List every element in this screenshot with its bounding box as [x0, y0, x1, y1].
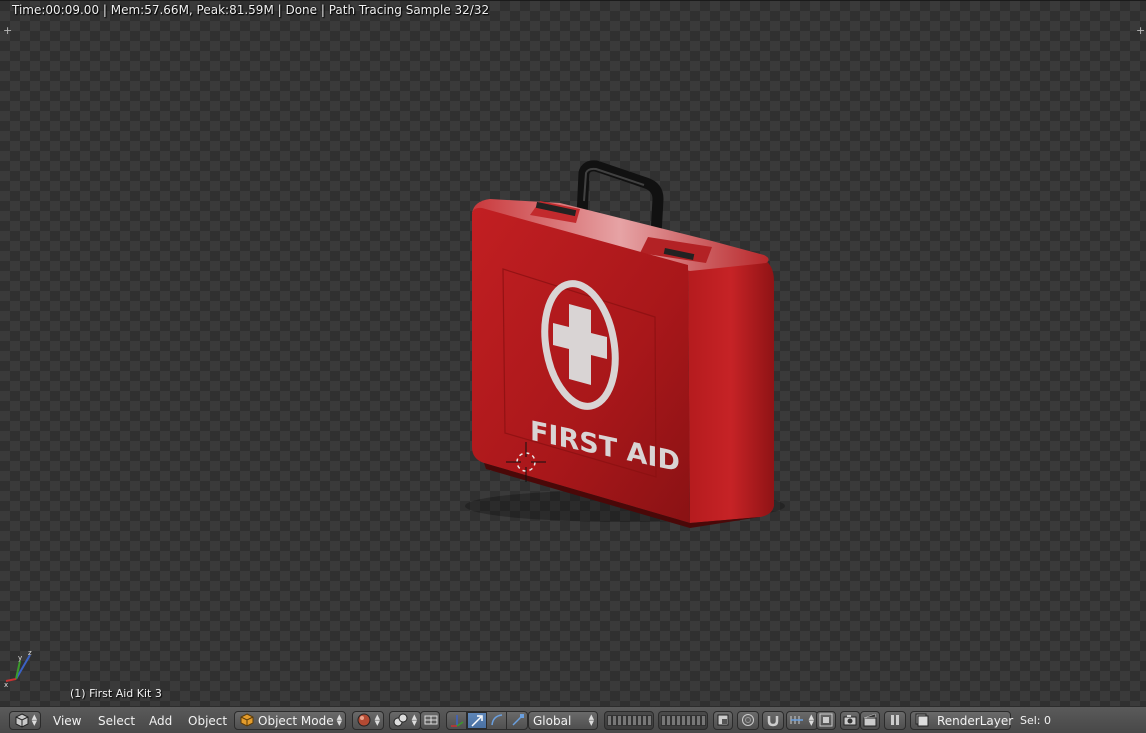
- mode-dropdown[interactable]: Object Mode ▲ ▼: [234, 711, 346, 730]
- shading-sphere-icon: [357, 713, 371, 727]
- translate-arrow-icon: [471, 715, 483, 727]
- rotate-arc-icon: [491, 714, 503, 726]
- active-object-label: (1) First Aid Kit 3: [70, 687, 162, 700]
- menu-select[interactable]: Select: [98, 714, 135, 728]
- pause-icon: [891, 715, 899, 725]
- camera-icon: [843, 715, 857, 726]
- updown-arrows-icon: ▲ ▼: [411, 713, 417, 727]
- transform-orientation-dropdown[interactable]: Global ▲ ▼: [528, 711, 598, 730]
- updown-arrows-icon: ▲ ▼: [808, 713, 814, 727]
- svg-text:y: y: [18, 654, 22, 662]
- render-layer-label: RenderLayer: [937, 714, 1014, 728]
- snap-toggle[interactable]: [762, 711, 784, 730]
- manipulator-toggle[interactable]: [420, 711, 440, 730]
- scale-manipulator-button[interactable]: [507, 712, 529, 729]
- updown-arrows-icon: ▲ ▼: [588, 713, 594, 727]
- transform-manipulators-group: [446, 711, 528, 730]
- menu-add[interactable]: Add: [149, 714, 172, 728]
- object-mode-cube-icon: [240, 713, 254, 727]
- mode-label: Object Mode: [258, 714, 334, 728]
- rotate-manipulator-button[interactable]: [487, 712, 507, 729]
- svg-text:x: x: [4, 681, 8, 689]
- opengl-render-image-button[interactable]: [840, 711, 860, 730]
- proportional-circle-icon: [742, 714, 754, 726]
- snap-target-button[interactable]: [816, 711, 836, 730]
- render-layers-icon: [915, 713, 929, 727]
- cube-editor-icon: [15, 713, 29, 728]
- viewport-shading-button[interactable]: ▲ ▼: [352, 711, 384, 730]
- lock-layers-icon: [717, 714, 729, 726]
- editor-type-button[interactable]: ▲ ▼: [9, 711, 41, 730]
- pivot-median-icon: [393, 713, 408, 727]
- menu-object[interactable]: Object: [188, 714, 227, 728]
- axis-gizmo-icon: z y x: [4, 649, 32, 689]
- magnet-icon: [767, 716, 779, 727]
- manipulator-icon: [424, 715, 438, 725]
- lock-camera-layers-button[interactable]: [713, 711, 733, 730]
- pause-render-button[interactable]: [884, 711, 906, 730]
- proportional-editing-button[interactable]: [737, 711, 759, 730]
- menu-view[interactable]: View: [53, 714, 81, 728]
- scale-icon: [512, 714, 524, 726]
- 3d-viewport[interactable]: Time:00:09.00 | Mem:57.66M, Peak:81.59M …: [0, 0, 1146, 706]
- manipulator-axes-button[interactable]: [447, 712, 467, 729]
- svg-text:z: z: [28, 649, 32, 657]
- snap-element-dropdown[interactable]: ▲ ▼: [786, 711, 818, 730]
- opengl-render-animation-button[interactable]: [860, 711, 880, 730]
- selection-count: Sel: 0: [1020, 714, 1052, 727]
- layer-buttons-group-2[interactable]: [658, 711, 708, 730]
- kit-side-panel: [688, 257, 774, 523]
- snap-increment-icon: [790, 716, 803, 724]
- updown-arrows-icon: ▲ ▼: [31, 713, 37, 727]
- orientation-label: Global: [533, 714, 572, 728]
- axes-icon: [451, 715, 464, 727]
- translate-manipulator-button[interactable]: [467, 712, 487, 729]
- clapperboard-icon: [863, 713, 877, 727]
- layer-buttons-group-1[interactable]: [604, 711, 654, 730]
- rendered-scene: FIRST AID: [465, 160, 785, 528]
- snap-target-icon: [819, 713, 833, 727]
- viewport-header: ▲ ▼ View Select Add Object Object Mode ▲ ▼…: [0, 706, 1146, 733]
- updown-arrows-icon: ▲ ▼: [336, 713, 342, 727]
- updown-arrows-icon: ▲ ▼: [374, 713, 380, 727]
- render-layer-selector[interactable]: RenderLayer: [910, 711, 1014, 730]
- pivot-point-button[interactable]: ▲ ▼: [389, 711, 421, 730]
